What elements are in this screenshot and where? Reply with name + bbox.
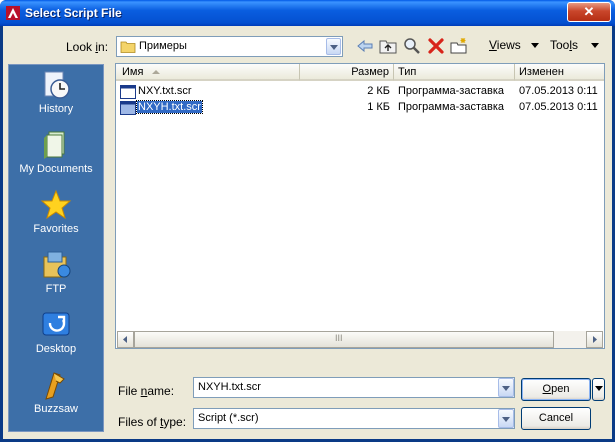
file-name: NXYH.txt.scr [136, 100, 203, 114]
places-bar: History My Documents Favorites FTP Deskt… [8, 64, 104, 432]
chevron-left-icon [123, 336, 127, 343]
chevron-right-icon [593, 336, 597, 343]
tools-dropdown-arrow-icon[interactable] [591, 43, 599, 48]
file-list[interactable]: Имя Размер Тип Изменен NXY.txt.scr 2 КБ … [115, 63, 605, 349]
column-header-name[interactable]: Имя [116, 64, 300, 81]
file-name-input[interactable]: NXYH.txt.scr [193, 377, 515, 398]
file-size: 1 КБ [367, 101, 390, 113]
open-button[interactable]: Open [521, 378, 591, 401]
delete-icon[interactable] [427, 37, 445, 55]
file-modified: 07.05.2013 0:11 [519, 85, 598, 97]
search-web-icon[interactable] [403, 37, 421, 55]
column-header-modified[interactable]: Изменен [515, 64, 604, 81]
place-desktop[interactable]: Desktop [9, 309, 103, 369]
close-button[interactable]: ✕ [567, 2, 611, 22]
new-folder-icon[interactable] [450, 37, 468, 55]
buzzsaw-icon [45, 372, 65, 400]
up-folder-icon[interactable] [379, 37, 397, 55]
look-in-dropdown-button[interactable] [326, 38, 341, 55]
file-modified: 07.05.2013 0:11 [519, 101, 598, 113]
look-in-value: Примеры [139, 40, 187, 52]
select-script-file-dialog: Select Script File ✕ Look in: Примеры Vi… [0, 0, 615, 442]
file-size: 2 КБ [367, 85, 390, 97]
file-name-label: File name: [118, 384, 175, 398]
horizontal-scrollbar[interactable]: III [117, 331, 603, 348]
ftp-icon [43, 251, 71, 278]
views-dropdown-arrow-icon[interactable] [531, 43, 539, 48]
desktop-icon [42, 312, 70, 336]
look-in-label: Look in: [66, 40, 109, 54]
place-favorites[interactable]: Favorites [9, 189, 103, 249]
files-of-type-dropdown-button[interactable] [498, 409, 514, 428]
script-file-icon [120, 85, 136, 99]
place-ftp[interactable]: FTP [9, 249, 103, 309]
tools-menu[interactable]: Tools [550, 38, 578, 52]
file-row[interactable]: NXY.txt.scr 2 КБ Программа-заставка 07.0… [116, 84, 604, 100]
scroll-left-button[interactable] [117, 331, 134, 348]
title-bar[interactable]: Select Script File ✕ [0, 0, 615, 26]
scroll-right-button[interactable] [586, 331, 603, 348]
cancel-button[interactable]: Cancel [521, 407, 591, 430]
window-title: Select Script File [25, 6, 122, 20]
back-arrow-icon[interactable] [356, 37, 374, 55]
autocad-app-icon [6, 6, 20, 20]
script-file-icon [120, 101, 136, 115]
place-history[interactable]: History [9, 69, 103, 129]
files-of-type-select[interactable]: Script (*.scr) [193, 408, 515, 429]
files-of-type-label: Files of type: [118, 415, 187, 429]
scrollbar-thumb[interactable]: III [134, 331, 554, 348]
place-my-documents[interactable]: My Documents [9, 129, 103, 189]
open-options-dropdown-button[interactable] [592, 378, 605, 401]
dialog-client-area: Look in: Примеры Views Tools History My … [3, 26, 612, 439]
history-icon [44, 71, 70, 99]
file-type: Программа-заставка [398, 101, 505, 113]
file-name: NXY.txt.scr [138, 85, 192, 97]
column-header-type[interactable]: Тип [394, 64, 515, 81]
file-type: Программа-заставка [398, 85, 505, 97]
file-row-selected[interactable]: NXYH.txt.scr 1 КБ Программа-заставка 07.… [116, 100, 604, 116]
place-buzzsaw[interactable]: Buzzsaw [9, 369, 103, 429]
folder-icon [120, 41, 136, 53]
views-menu[interactable]: Views [489, 38, 521, 52]
look-in-combo[interactable]: Примеры [116, 36, 343, 57]
favorites-star-icon [40, 189, 72, 220]
column-header-size[interactable]: Размер [300, 64, 394, 81]
sort-ascending-icon [152, 70, 160, 74]
file-name-dropdown-button[interactable] [498, 378, 514, 397]
my-documents-icon [44, 131, 65, 159]
scrollbar-grip: III [335, 333, 343, 343]
